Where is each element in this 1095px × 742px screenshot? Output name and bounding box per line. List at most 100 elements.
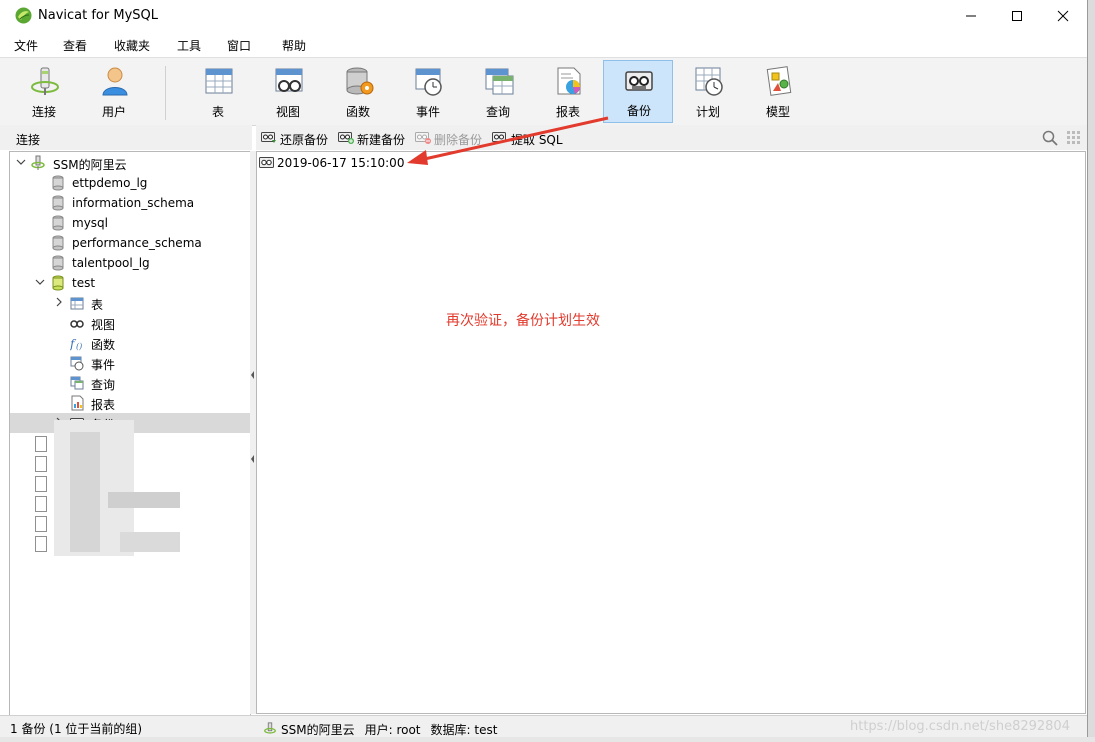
search-icon[interactable] (1042, 130, 1058, 146)
toolbar-connection-label: 连接 (31, 105, 56, 119)
tree-database-item[interactable]: performance_schema (10, 233, 250, 253)
toolbar-event-button[interactable]: 事件 (395, 61, 461, 121)
tree-node-events[interactable]: 事件 (10, 353, 250, 373)
toolbar-backup-button[interactable]: 备份 (603, 60, 673, 123)
status-connection-name: SSM的阿里云 (281, 723, 355, 737)
query-table-icon (70, 376, 84, 390)
toolbar-function-label: 函数 (345, 105, 370, 119)
menu-tools[interactable]: 工具 (177, 37, 201, 54)
delete-backup-icon (415, 132, 431, 144)
menu-view[interactable]: 查看 (63, 37, 87, 54)
toolbar-function-button[interactable]: 函数 (325, 61, 391, 121)
toolbar-model-label: 模型 (765, 105, 790, 119)
toolbar-event-label: 事件 (415, 105, 440, 119)
chevron-right-icon[interactable] (54, 297, 64, 307)
tree-node-views[interactable]: 视图 (10, 313, 250, 333)
tree-database-label: information_schema (72, 196, 195, 210)
annotation-text: 再次验证，备份计划生效 (446, 313, 600, 329)
tree-database-label: test (72, 276, 96, 290)
status-database: 数据库: test (430, 723, 498, 737)
tree-node-queries[interactable]: 查询 (10, 373, 250, 393)
toolbar-backup-label: 备份 (626, 104, 651, 118)
collapse-arrow-icon[interactable] (251, 455, 255, 463)
tree-database-item[interactable]: information_schema (10, 193, 250, 213)
collapse-arrow-icon[interactable] (251, 371, 255, 379)
function-gear-icon (346, 67, 374, 95)
obscured-connection-icon (35, 436, 47, 452)
tree-node-label: 报表 (91, 398, 116, 412)
minimize-icon (966, 15, 976, 16)
table-grid-icon (205, 68, 233, 94)
tree-database-test[interactable]: test (10, 273, 250, 293)
toolbar-connection-button[interactable]: 连接 (11, 61, 77, 121)
minimize-button[interactable] (948, 0, 994, 31)
main-toolbar: 连接 用户 表 视图 函数 事件 查询 报表 备份 计划 模型 (0, 57, 1087, 126)
tree-database-label: ettpdemo_lg (72, 176, 148, 190)
toolbar-view-button[interactable]: 视图 (255, 61, 321, 121)
backup-tape-icon (259, 157, 274, 168)
tree-database-item[interactable]: talentpool_lg (10, 253, 250, 273)
extract-sql-icon (492, 132, 506, 142)
tree-node-label: 查询 (91, 378, 116, 392)
menu-file[interactable]: 文件 (14, 37, 38, 54)
tree-database-label: talentpool_lg (72, 256, 150, 270)
tree-database-label: mysql (72, 216, 108, 230)
toolbar-query-button[interactable]: 查询 (465, 61, 531, 121)
app-window: Navicat for MySQL 文件 查看 收藏夹 工具 窗口 帮助 连接 (0, 0, 1088, 742)
restore-backup-icon (261, 132, 276, 143)
navicat-logo-icon (15, 7, 32, 24)
tree-connection-label: SSM的阿里云 (53, 158, 127, 172)
tree-database-item[interactable]: ettpdemo_lg (10, 173, 250, 193)
menu-bar: 文件 查看 收藏夹 工具 窗口 帮助 (0, 31, 1087, 57)
menu-help[interactable]: 帮助 (282, 37, 306, 54)
maximize-button[interactable] (994, 0, 1040, 31)
delete-backup-label: 删除备份 (434, 133, 483, 147)
connection-plug-icon (264, 722, 276, 734)
toolbar-separator (165, 66, 166, 120)
status-bar: 1 备份 (1 位于当前的组) SSM的阿里云 用户: root 数据库: test… (0, 715, 1087, 738)
toolbar-schedule-button[interactable]: 计划 (675, 61, 741, 121)
report-chart-icon (71, 395, 84, 411)
pixelated-redaction (120, 532, 180, 552)
tree-node-reports[interactable]: 报表 (10, 393, 250, 413)
toolbar-model-button[interactable]: 模型 (745, 61, 811, 121)
watermark-text: https://blog.csdn.net/she8292804 (850, 719, 1070, 734)
status-backup-count: 1 备份 (1 位于当前的组) (10, 722, 143, 736)
svg-text:(): () (76, 342, 82, 351)
tree-node-label: 视图 (91, 318, 116, 332)
new-backup-icon (338, 132, 354, 144)
model-shapes-icon (766, 66, 792, 96)
chevron-down-icon[interactable] (35, 277, 45, 287)
menu-favorites[interactable]: 收藏夹 (114, 37, 150, 54)
toolbar-table-button[interactable]: 表 (185, 61, 251, 121)
user-person-icon (102, 67, 128, 96)
backup-item-label: 2019-06-17 15:10:00 (277, 156, 405, 170)
tree-node-label: 表 (91, 298, 104, 312)
connection-panel-header: 连接 (0, 125, 252, 150)
tree-node-functions[interactable]: f() 函数 (10, 333, 250, 353)
event-clock-icon (70, 356, 84, 371)
tree-connection[interactable]: SSM的阿里云 (10, 153, 250, 173)
function-fx-icon: f() (70, 337, 82, 351)
connection-plug-icon (31, 67, 59, 95)
chevron-down-icon[interactable] (16, 157, 26, 167)
database-icon (52, 215, 64, 231)
menu-window[interactable]: 窗口 (227, 37, 251, 54)
backup-list-area: 2019-06-17 15:10:00 (256, 151, 1086, 714)
tree-database-item[interactable]: mysql (10, 213, 250, 233)
toolbar-user-label: 用户 (101, 105, 126, 119)
obscured-connection-icon (35, 496, 47, 512)
connection-tree: SSM的阿里云 ettpdemo_lg information_schema m… (9, 151, 251, 716)
close-button[interactable] (1040, 0, 1086, 31)
database-icon (52, 195, 64, 211)
report-chart-icon (557, 67, 581, 95)
grid-view-icon[interactable] (1066, 130, 1082, 146)
tree-node-tables[interactable]: 表 (10, 293, 250, 313)
event-clock-icon (415, 68, 442, 96)
status-user: 用户: root (364, 723, 421, 737)
extract-sql-label: 提取 SQL (511, 133, 563, 147)
obscured-connection-icon (35, 536, 47, 552)
toolbar-report-button[interactable]: 报表 (535, 61, 601, 121)
toolbar-user-button[interactable]: 用户 (81, 61, 147, 121)
status-connection-info: SSM的阿里云 用户: root 数据库: test (263, 720, 507, 738)
